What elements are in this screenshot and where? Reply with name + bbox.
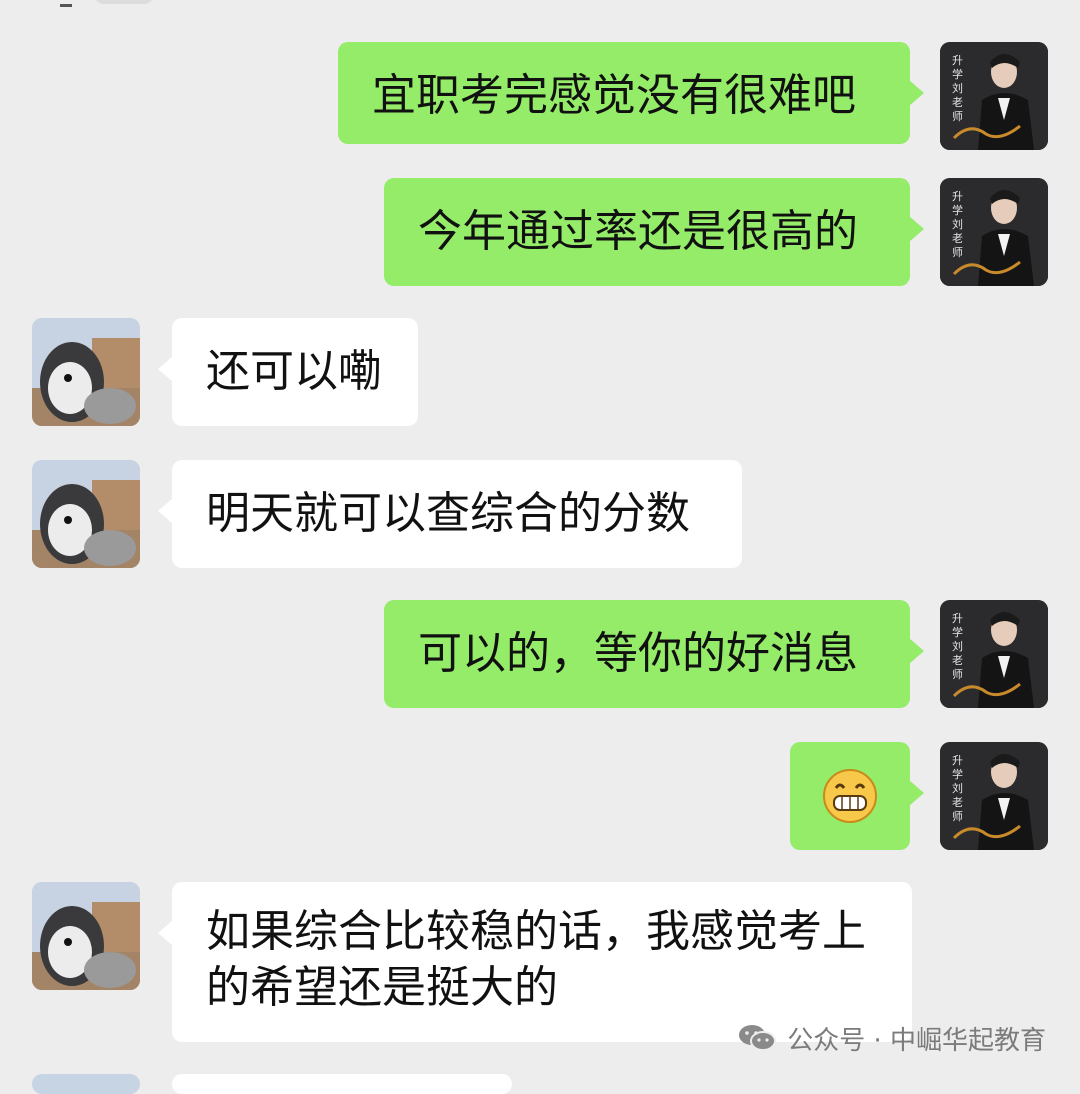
svg-text:学: 学 — [952, 203, 963, 217]
penguin-avatar-icon — [32, 882, 140, 990]
penguin-avatar-icon — [32, 460, 140, 568]
svg-text:老: 老 — [952, 232, 963, 245]
message-bubble-outgoing[interactable]: 宜职考完感觉没有很难吧 — [338, 42, 924, 144]
grinning-face-emoji-icon — [823, 769, 877, 823]
svg-text:老: 老 — [952, 796, 963, 809]
teacher-avatar-icon: 升 学 刘 老 师 — [940, 42, 1048, 150]
teacher-avatar-icon: 升 学 刘 老 师 — [940, 600, 1048, 708]
message-text: 今年通过率还是很高的 — [418, 206, 858, 257]
svg-text:学: 学 — [952, 67, 963, 81]
message-bubble-partial — [172, 1074, 512, 1094]
message-bubble-partial — [94, 0, 154, 4]
svg-text:师: 师 — [952, 246, 963, 259]
student-avatar[interactable] — [32, 882, 140, 990]
back-icon[interactable] — [60, 0, 72, 7]
teacher-avatar[interactable]: 升 学 刘 老 师 — [940, 600, 1048, 708]
svg-text:升: 升 — [952, 754, 963, 767]
svg-text:升: 升 — [952, 612, 963, 625]
teacher-avatar[interactable]: 升 学 刘 老 师 — [940, 42, 1048, 150]
svg-text:师: 师 — [952, 110, 963, 123]
message-text: 还可以嘞 — [206, 346, 382, 397]
message-text: 如果综合比较稳的话，我感觉考上的希望还是挺大的 — [206, 906, 866, 1013]
student-avatar[interactable] — [32, 460, 140, 568]
message-bubble-outgoing[interactable] — [790, 742, 924, 850]
message-text: 宜职考完感觉没有很难吧 — [372, 70, 856, 121]
message-text: 可以的，等你的好消息 — [418, 628, 858, 679]
message-bubble-outgoing[interactable]: 可以的，等你的好消息 — [384, 600, 924, 708]
svg-text:学: 学 — [952, 767, 963, 781]
message-bubble-outgoing[interactable]: 今年通过率还是很高的 — [384, 178, 924, 286]
message-bubble-incoming[interactable]: 还可以嘞 — [158, 318, 418, 426]
message-text: 明天就可以查综合的分数 — [206, 488, 690, 539]
svg-text:升: 升 — [952, 190, 963, 203]
student-avatar-partial — [32, 1074, 140, 1094]
svg-text:师: 师 — [952, 810, 963, 823]
svg-text:刘: 刘 — [952, 782, 963, 795]
wechat-icon — [739, 1025, 777, 1051]
teacher-avatar-icon: 升 学 刘 老 师 — [940, 178, 1048, 286]
svg-text:老: 老 — [952, 96, 963, 109]
penguin-avatar-icon — [32, 318, 140, 426]
svg-text:刘: 刘 — [952, 82, 963, 95]
student-avatar[interactable] — [32, 318, 140, 426]
svg-text:老: 老 — [952, 654, 963, 667]
svg-text:师: 师 — [952, 668, 963, 681]
watermark-text: 公众号 · 中崛华起教育 — [787, 1025, 1046, 1056]
message-bubble-incoming[interactable]: 明天就可以查综合的分数 — [158, 460, 742, 568]
svg-text:升: 升 — [952, 54, 963, 67]
teacher-avatar-icon: 升 学 刘 老 师 — [940, 742, 1048, 850]
chat-view[interactable]: 宜职考完感觉没有很难吧 升 学 刘 老 师 今年通过率还是很高的 升 学 刘 老… — [0, 0, 1080, 1094]
teacher-avatar[interactable]: 升 学 刘 老 师 — [940, 178, 1048, 286]
teacher-avatar[interactable]: 升 学 刘 老 师 — [940, 742, 1048, 850]
svg-text:刘: 刘 — [952, 218, 963, 231]
svg-text:学: 学 — [952, 625, 963, 639]
watermark: 公众号 · 中崛华起教育 — [737, 1018, 1046, 1058]
svg-text:刘: 刘 — [952, 640, 963, 653]
